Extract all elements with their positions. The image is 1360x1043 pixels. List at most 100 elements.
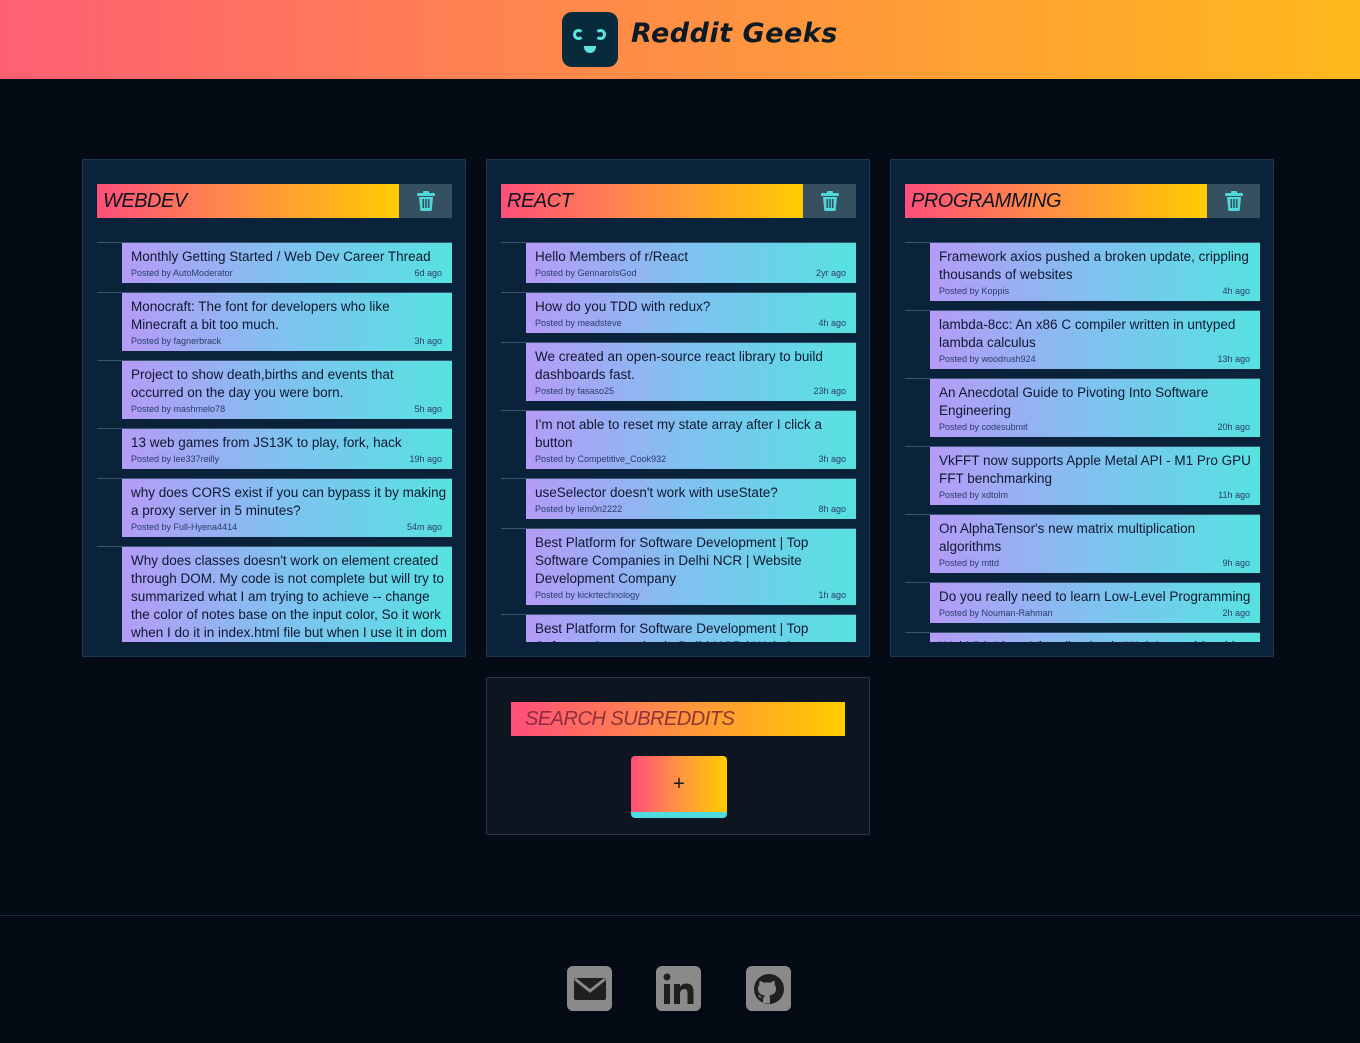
list-item: I'm not able to reset my state array aft… — [501, 410, 856, 469]
post-author: Posted by Competitive_Cook932 — [535, 453, 666, 465]
post-timestamp: 20h ago — [1217, 422, 1250, 432]
post-card[interactable]: Hello Members of r/React Posted by Gennar… — [526, 243, 856, 283]
author-name[interactable]: fagnerbrack — [174, 336, 222, 346]
post-card[interactable]: I'm not able to reset my state array aft… — [526, 411, 856, 469]
post-card[interactable]: Framework axios pushed a broken update, … — [930, 243, 1260, 301]
post-timestamp: 9h ago — [1222, 558, 1250, 568]
author-name[interactable]: Full-Hyena4414 — [174, 522, 238, 532]
posted-by-label: Posted by — [131, 404, 172, 414]
post-title: WebVM: Linux Virtualization in WebAssemb… — [939, 638, 1255, 642]
posted-by-label: Posted by — [939, 608, 980, 618]
author-name[interactable]: mttd — [982, 558, 1000, 568]
list-item: Do you really need to learn Low-Level Pr… — [905, 582, 1260, 623]
post-card[interactable]: 13 web games from JS13K to play, fork, h… — [122, 429, 452, 469]
author-name[interactable]: meadsteve — [578, 318, 622, 328]
author-name[interactable]: Nouman-Rahman — [982, 608, 1053, 618]
delete-subreddit-button[interactable] — [399, 184, 452, 218]
post-timestamp: 5h ago — [414, 404, 442, 414]
post-card[interactable]: Best Platform for Software Development |… — [526, 615, 856, 642]
trash-icon — [416, 191, 435, 211]
list-item: lambda-8cc: An x86 C compiler written in… — [905, 310, 1260, 369]
subreddit-title: WEBDEV — [97, 184, 399, 218]
post-card[interactable]: Do you really need to learn Low-Level Pr… — [930, 583, 1260, 623]
posted-by-label: Posted by — [131, 268, 172, 278]
post-title: Monthly Getting Started / Web Dev Career… — [131, 249, 431, 264]
post-title: On AlphaTensor's new matrix multiplicati… — [939, 521, 1196, 554]
linkedin-icon[interactable] — [656, 966, 701, 1011]
post-meta: Posted by xdtolm 11h ago — [939, 489, 1255, 501]
posted-by-label: Posted by — [131, 454, 172, 464]
post-card[interactable]: Monthly Getting Started / Web Dev Career… — [122, 243, 452, 283]
post-author: Posted by woodrush924 — [939, 353, 1036, 365]
list-item: VkFFT now supports Apple Metal API - M1 … — [905, 446, 1260, 505]
post-card[interactable]: Why does classes doesn't work on element… — [122, 547, 452, 642]
author-name[interactable]: woodrush924 — [982, 354, 1036, 364]
post-timestamp: 8h ago — [818, 504, 846, 514]
post-meta: Posted by codesubmit 20h ago — [939, 421, 1255, 433]
add-subreddit-button[interactable]: + — [631, 756, 727, 818]
search-panel: + — [486, 677, 870, 835]
post-meta: Posted by Nouman-Rahman 2h ago — [939, 607, 1255, 619]
post-timestamp: 11h ago — [1218, 490, 1250, 500]
author-name[interactable]: fasaso25 — [578, 386, 615, 396]
post-card[interactable]: An Anecdotal Guide to Pivoting Into Soft… — [930, 379, 1260, 437]
post-author: Posted by meadsteve — [535, 317, 622, 329]
post-title: Best Platform for Software Development |… — [535, 621, 809, 642]
post-list: Hello Members of r/React Posted by Gennar… — [501, 242, 856, 642]
list-item: Project to show death,births and events … — [97, 360, 452, 419]
list-item: 13 web games from JS13K to play, fork, h… — [97, 428, 452, 469]
author-name[interactable]: AutoModerator — [173, 268, 233, 278]
post-card[interactable]: On AlphaTensor's new matrix multiplicati… — [930, 515, 1260, 573]
post-card[interactable]: lambda-8cc: An x86 C compiler written in… — [930, 311, 1260, 369]
post-meta: Posted by Competitive_Cook932 3h ago — [535, 453, 851, 465]
trash-icon — [1224, 191, 1243, 211]
posted-by-label: Posted by — [939, 490, 980, 500]
post-card[interactable]: Monocraft: The font for developers who l… — [122, 293, 452, 351]
list-item: An Anecdotal Guide to Pivoting Into Soft… — [905, 378, 1260, 437]
post-timestamp: 19h ago — [409, 454, 442, 464]
post-meta: Posted by mashmelo78 5h ago — [131, 403, 447, 415]
post-meta: Posted by AutoModerator 6d ago — [131, 267, 447, 279]
delete-subreddit-button[interactable] — [803, 184, 856, 218]
author-name[interactable]: GennaroIsGod — [578, 268, 637, 278]
author-name[interactable]: codesubmit — [982, 422, 1028, 432]
author-name[interactable]: lem0n2222 — [578, 504, 623, 514]
post-card[interactable]: why does CORS exist if you can bypass it… — [122, 479, 452, 537]
author-name[interactable]: Competitive_Cook932 — [578, 454, 667, 464]
subreddit-panel: PROGRAMMING Framework axios pushed a brok… — [890, 159, 1274, 657]
post-meta: Posted by fasaso25 23h ago — [535, 385, 851, 397]
post-title: How do you TDD with redux? — [535, 299, 711, 314]
envelope-icon[interactable] — [567, 966, 612, 1011]
post-author: Posted by AutoModerator — [131, 267, 233, 279]
posted-by-label: Posted by — [535, 268, 576, 278]
list-item: We created an open-source react library … — [501, 342, 856, 401]
post-meta: Posted by kickrtechnology 1h ago — [535, 589, 851, 601]
post-card[interactable]: VkFFT now supports Apple Metal API - M1 … — [930, 447, 1260, 505]
author-name[interactable]: Koppis — [982, 286, 1010, 296]
post-list: Framework axios pushed a broken update, … — [905, 242, 1260, 642]
list-item: Best Platform for Software Development |… — [501, 528, 856, 605]
post-card[interactable]: useSelector doesn't work with useState? P… — [526, 479, 856, 519]
author-name[interactable]: lee337reilly — [174, 454, 220, 464]
author-name[interactable]: kickrtechnology — [578, 590, 640, 600]
post-timestamp: 6d ago — [414, 268, 442, 278]
list-item: Monocraft: The font for developers who l… — [97, 292, 452, 351]
post-title: Monocraft: The font for developers who l… — [131, 299, 390, 332]
post-author: Posted by Nouman-Rahman — [939, 607, 1053, 619]
post-card[interactable]: How do you TDD with redux? Posted by mead… — [526, 293, 856, 333]
post-meta: Posted by mttd 9h ago — [939, 557, 1255, 569]
github-icon[interactable] — [746, 966, 791, 1011]
post-card[interactable]: Best Platform for Software Development |… — [526, 529, 856, 605]
post-title: Why does classes doesn't work on element… — [131, 553, 447, 640]
post-card[interactable]: Project to show death,births and events … — [122, 361, 452, 419]
search-input[interactable] — [511, 702, 845, 736]
post-card[interactable]: We created an open-source react library … — [526, 343, 856, 401]
post-author: Posted by mashmelo78 — [131, 403, 225, 415]
author-name[interactable]: mashmelo78 — [174, 404, 226, 414]
post-card[interactable]: WebVM: Linux Virtualization in WebAssemb… — [930, 633, 1260, 642]
delete-subreddit-button[interactable] — [1207, 184, 1260, 218]
author-name[interactable]: xdtolm — [982, 490, 1009, 500]
posted-by-label: Posted by — [535, 590, 576, 600]
robot-face-icon[interactable] — [562, 12, 618, 67]
post-meta: Posted by fagnerbrack 3h ago — [131, 335, 447, 347]
